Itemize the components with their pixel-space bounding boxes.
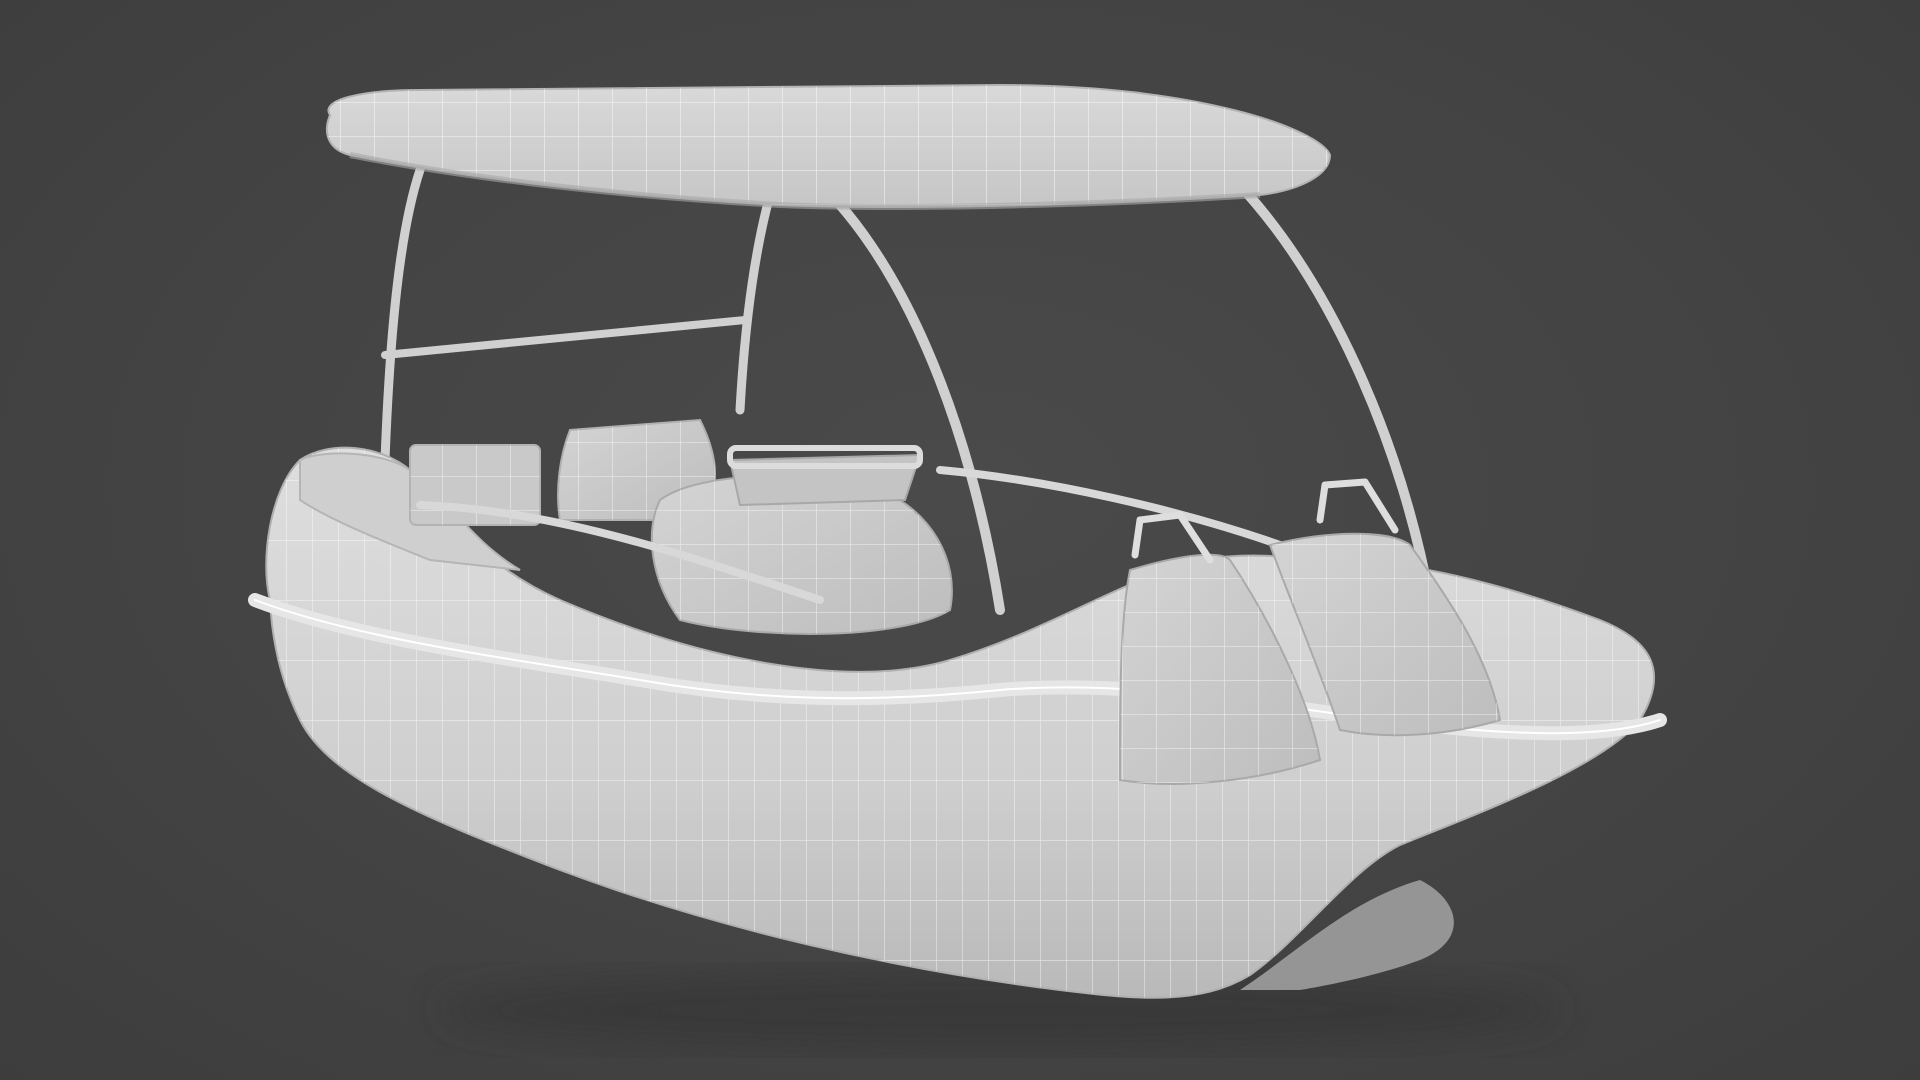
canopy-roof: [325, 83, 1332, 210]
render-viewport: [0, 0, 1920, 1080]
steering-console: [727, 445, 923, 507]
seats: [557, 418, 953, 635]
pedal-boat-render: [248, 83, 1667, 1050]
